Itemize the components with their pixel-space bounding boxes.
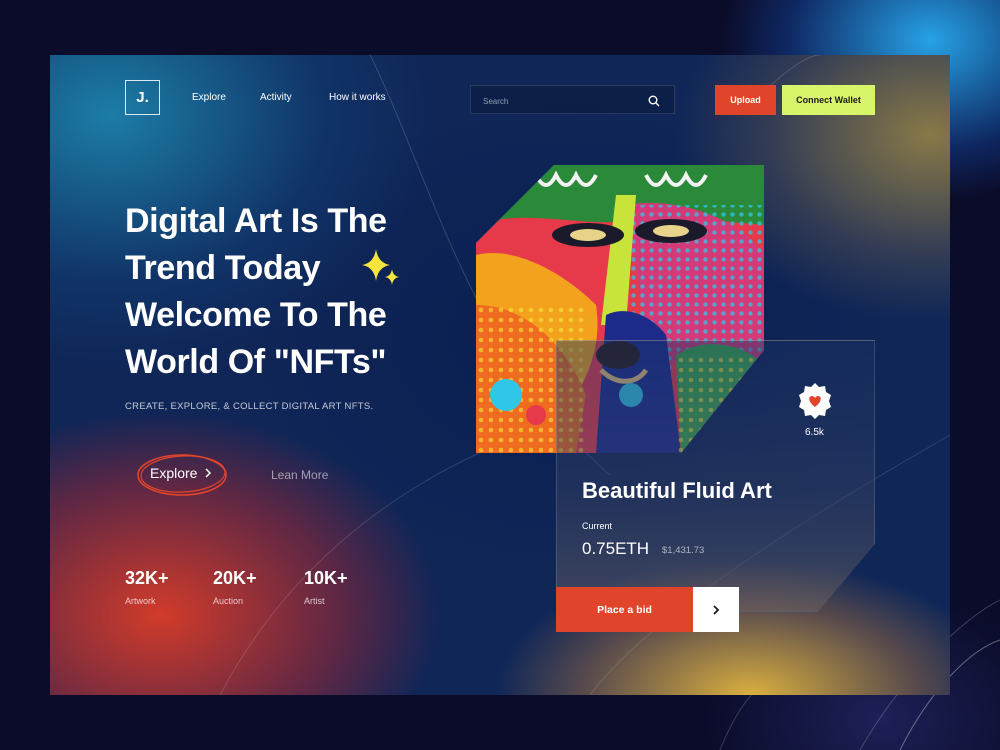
sparkle-icon	[362, 249, 399, 285]
hero-frame: J. Explore Activity How it works Upload …	[50, 55, 950, 695]
stat-auction-label: Auction	[213, 596, 244, 606]
hero-subtitle: CREATE, EXPLORE, & COLLECT DIGITAL ART N…	[125, 401, 374, 412]
nav-how-it-works[interactable]: How it works	[329, 92, 386, 103]
hero-title-line-4: World Of "NFTs"	[125, 343, 387, 381]
hero-title: Digital Art Is The Trend Today Welcome T…	[125, 198, 387, 386]
nav-explore[interactable]: Explore	[192, 92, 226, 103]
connect-wallet-button[interactable]: Connect Wallet	[782, 85, 875, 115]
explore-label: Explore	[150, 465, 198, 481]
nft-info-card	[556, 340, 875, 612]
stat-artist-label: Artist	[304, 596, 325, 606]
hero-title-line-1: Digital Art Is The	[125, 202, 387, 240]
like-count: 6.5k	[805, 427, 824, 438]
stat-artist-value: 10K+	[304, 568, 348, 588]
chevron-right-icon	[713, 604, 720, 615]
upload-button[interactable]: Upload	[715, 85, 776, 115]
stat-auction-value: 20K+	[213, 568, 257, 588]
learn-more-link[interactable]: Lean More	[271, 468, 328, 482]
stat-artwork-label: Artwork	[125, 596, 156, 606]
logo-text: J.	[136, 89, 149, 106]
like-button[interactable]	[796, 382, 834, 420]
search-bar	[470, 85, 675, 114]
price-usd: $1,431.73	[662, 545, 705, 556]
hero-title-line-3: Welcome To The	[125, 296, 387, 334]
place-bid-button[interactable]: Place a bid	[556, 587, 693, 632]
bid-arrow-button[interactable]	[693, 587, 739, 632]
hero-title-line-2: Trend Today	[125, 249, 321, 287]
brand-logo[interactable]: J.	[125, 80, 160, 115]
current-label: Current	[582, 521, 613, 531]
nft-title: Beautiful Fluid Art	[582, 478, 772, 503]
stat-artwork-value: 32K+	[125, 568, 169, 588]
explore-button[interactable]: Explore	[150, 465, 213, 481]
search-icon[interactable]	[648, 94, 660, 112]
search-input[interactable]	[481, 92, 645, 110]
chevron-right-icon	[205, 468, 212, 478]
nav-activity[interactable]: Activity	[260, 92, 292, 103]
price-eth: 0.75ETH	[582, 539, 650, 558]
